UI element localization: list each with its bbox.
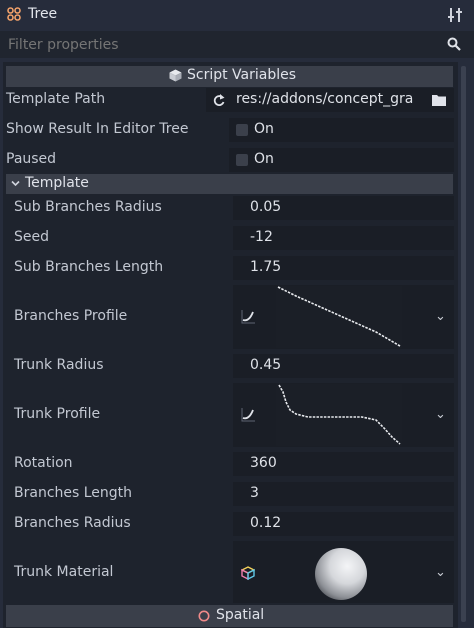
show-result-label: Show Result In Editor Tree xyxy=(6,121,189,137)
search-icon[interactable] xyxy=(447,37,461,51)
sub-branches-radius-label: Sub Branches Radius xyxy=(14,199,162,215)
trunk-material-dropdown-icon[interactable]: ⌄ xyxy=(435,565,446,580)
sub-branches-length-label: Sub Branches Length xyxy=(14,259,164,275)
folder-icon[interactable] xyxy=(432,94,446,106)
rotation-label: Rotation xyxy=(14,455,73,471)
curve-resource-icon xyxy=(241,310,255,324)
branches-profile-curve-preview[interactable] xyxy=(276,286,402,348)
spatial-section-label: Spatial xyxy=(216,607,265,623)
rotation-value[interactable]: 360 xyxy=(250,455,277,471)
paused-on-label[interactable]: On xyxy=(254,151,274,167)
paused-checkbox[interactable] xyxy=(236,154,248,166)
material-sphere-preview[interactable] xyxy=(312,545,370,603)
trunk-radius-value[interactable]: 0.45 xyxy=(250,357,281,373)
trunk-profile-curve-preview[interactable] xyxy=(276,384,402,446)
curve-resource-icon xyxy=(241,408,255,422)
branches-radius-label: Branches Radius xyxy=(14,515,131,531)
script-cube-icon xyxy=(169,69,182,82)
template-section-label: Template xyxy=(25,175,89,191)
template-path-value[interactable]: res://addons/concept_gra xyxy=(236,91,422,107)
branches-profile-dropdown-icon[interactable]: ⌄ xyxy=(435,309,446,324)
trunk-radius-label: Trunk Radius xyxy=(14,357,104,373)
inspector-scrollbar[interactable] xyxy=(461,66,466,622)
seed-value[interactable]: -12 xyxy=(250,229,273,245)
template-path-label: Template Path xyxy=(6,91,106,107)
show-result-on-label[interactable]: On xyxy=(254,121,274,137)
paused-label: Paused xyxy=(6,151,57,167)
branches-profile-label: Branches Profile xyxy=(14,308,128,324)
sub-branches-radius-value[interactable]: 0.05 xyxy=(250,199,281,215)
sub-branches-length-value[interactable]: 1.75 xyxy=(250,259,281,275)
trunk-profile-dropdown-icon[interactable]: ⌄ xyxy=(435,407,446,422)
branches-length-value[interactable]: 3 xyxy=(250,485,259,501)
trunk-material-label: Trunk Material xyxy=(14,564,114,580)
script-variables-label: Script Variables xyxy=(187,67,297,83)
branches-radius-value[interactable]: 0.12 xyxy=(250,515,281,531)
branches-length-label: Branches Length xyxy=(14,485,133,501)
node-title: Tree xyxy=(28,6,58,22)
tree-node-icon xyxy=(7,7,21,21)
property-tools-icon[interactable] xyxy=(448,7,462,23)
revert-icon[interactable] xyxy=(212,93,226,107)
trunk-profile-label: Trunk Profile xyxy=(14,406,101,422)
chevron-down-icon[interactable] xyxy=(11,180,20,187)
spatial-node-icon xyxy=(198,610,210,622)
inspector-title-bar xyxy=(0,0,474,30)
material-cube-icon xyxy=(241,566,255,580)
show-result-checkbox[interactable] xyxy=(236,124,248,136)
seed-label: Seed xyxy=(14,229,49,245)
branches-length-field[interactable] xyxy=(233,482,454,506)
filter-properties-input[interactable] xyxy=(8,36,428,54)
